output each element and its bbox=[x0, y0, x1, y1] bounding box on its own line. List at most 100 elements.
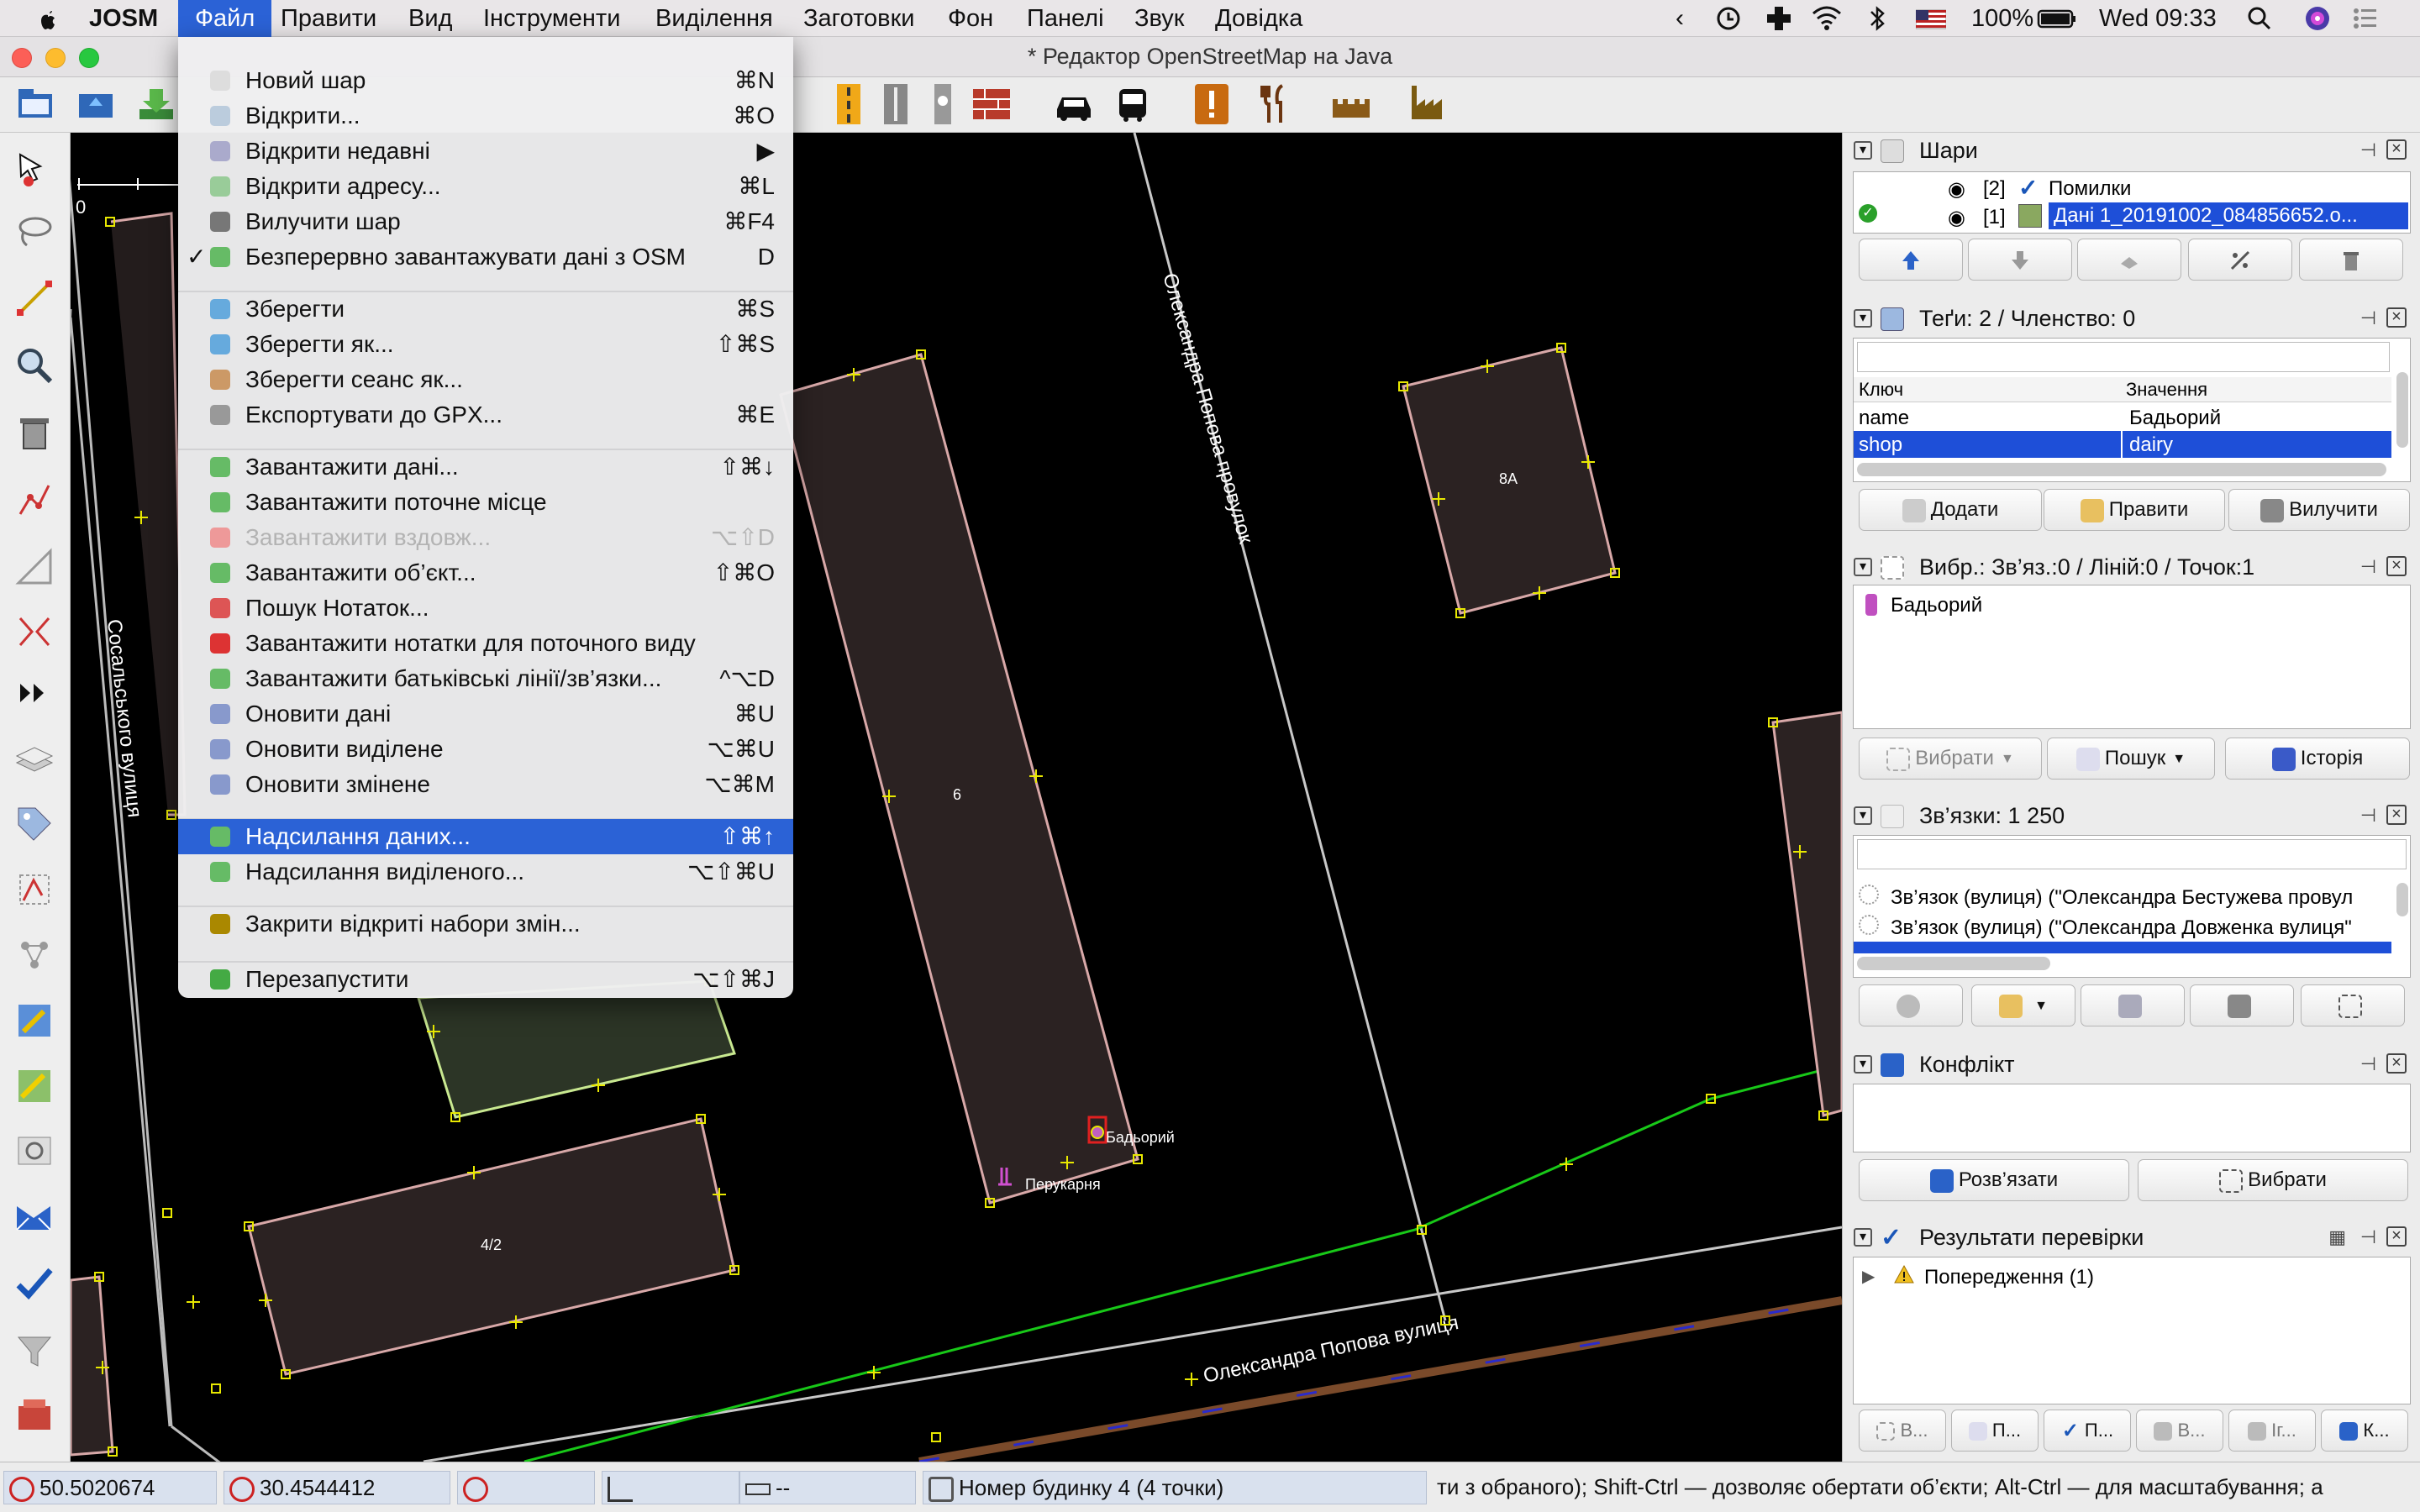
relation-select-members-button[interactable] bbox=[2301, 984, 2405, 1026]
preset-car-icon[interactable] bbox=[1050, 81, 1097, 128]
relation-edit-button[interactable]: ▼ bbox=[1971, 984, 2075, 1026]
menu-item-new-layer[interactable]: Новий шар ⌘N bbox=[178, 63, 793, 98]
list-item[interactable]: Зв’язок (вулиця) ("Олександра Бестужева … bbox=[1854, 883, 2391, 911]
vertical-scrollbar[interactable] bbox=[2396, 372, 2408, 448]
select-tool-icon[interactable] bbox=[12, 148, 57, 193]
open-location-icon[interactable] bbox=[72, 81, 119, 128]
wifi-icon[interactable] bbox=[1810, 0, 1844, 37]
layer-opacity-button[interactable] bbox=[2188, 239, 2292, 281]
download-data-icon[interactable] bbox=[133, 81, 180, 128]
layer-row[interactable]: ◉ [2] ✓ Помилки bbox=[1854, 174, 2410, 202]
menu-item-continuous-download[interactable]: ✓ Безперервно завантажувати дані з OSM D bbox=[178, 239, 793, 275]
map-paint-icon[interactable] bbox=[12, 998, 57, 1043]
menu-imagery[interactable]: Фон bbox=[948, 0, 993, 37]
spotlight-search-icon[interactable] bbox=[2245, 0, 2274, 37]
pin-icon[interactable]: ⊣ bbox=[2360, 556, 2376, 578]
collapse-toggle-icon[interactable]: ▾ bbox=[1854, 558, 1872, 576]
preset-castle-icon[interactable] bbox=[1328, 81, 1375, 128]
list-item[interactable]: Зв’язок (вулиця) ("Олександра Довженка в… bbox=[1854, 913, 2391, 942]
time-machine-icon[interactable] bbox=[1714, 0, 1743, 37]
delete-layer-button[interactable] bbox=[2299, 239, 2403, 281]
conflict-select-button[interactable]: Вибрати bbox=[2138, 1159, 2408, 1201]
menu-tools[interactable]: Інструменти bbox=[483, 0, 620, 37]
menu-item-search-notes[interactable]: Пошук Нотаток... bbox=[178, 591, 793, 626]
object-info-field[interactable]: Номер будинку 4 (4 точки) bbox=[923, 1471, 1427, 1504]
clock-text[interactable]: Wed 09:33 bbox=[2099, 0, 2217, 37]
menu-item-open[interactable]: Відкрити... ⌘O bbox=[178, 98, 793, 134]
menu-presets[interactable]: Заготовки bbox=[803, 0, 914, 37]
us-flag-icon[interactable] bbox=[1915, 0, 1947, 37]
relations-panel-header[interactable]: ▾ Зв’язки: 1 250 ⊣ × bbox=[1849, 800, 2412, 833]
horizontal-scrollbar[interactable] bbox=[1857, 463, 2386, 476]
preset-hazard-icon[interactable] bbox=[1188, 81, 1235, 128]
draw-tool-icon[interactable] bbox=[12, 276, 57, 321]
menu-view[interactable]: Вид bbox=[408, 0, 452, 37]
improve-way-tool-icon[interactable] bbox=[12, 477, 57, 522]
close-panel-icon[interactable]: × bbox=[2386, 1053, 2407, 1074]
notification-center-icon[interactable] bbox=[2349, 0, 2380, 37]
close-panel-icon[interactable]: × bbox=[2386, 805, 2407, 825]
conflict-panel-header[interactable]: ▾ Конфлікт ⊣ × bbox=[1849, 1048, 2412, 1082]
validation-ignore-button[interactable]: Іг... bbox=[2228, 1410, 2316, 1452]
latitude-field[interactable]: 50.5020674 bbox=[3, 1471, 217, 1504]
menu-item-export-gpx[interactable]: Експортувати до GPX... ⌘E bbox=[178, 397, 793, 433]
preset-restaurant-icon[interactable] bbox=[1250, 81, 1297, 128]
list-item-selected-partial[interactable] bbox=[1854, 942, 2391, 953]
menu-item-upload-data[interactable]: Надсилання даних... ⇧⌘↑ bbox=[178, 819, 793, 854]
battery-icon[interactable] bbox=[2037, 0, 2077, 37]
layers-panel-header[interactable]: ▾ Шари ⊣ × bbox=[1849, 134, 2412, 168]
collapse-toggle-icon[interactable]: ▾ bbox=[1854, 806, 1872, 825]
pin-icon[interactable]: ⊣ bbox=[2360, 1053, 2376, 1075]
history-button[interactable]: Історія bbox=[2225, 738, 2410, 780]
menu-item-download-data[interactable]: Завантажити дані... ⇧⌘↓ bbox=[178, 449, 793, 485]
preset-factory-icon[interactable] bbox=[1405, 81, 1452, 128]
menu-item-save[interactable]: Зберегти ⌘S bbox=[178, 291, 793, 327]
menu-item-download-along[interactable]: Завантажити вздовж... ⌥⇧D bbox=[178, 520, 793, 555]
lasso-tool-icon[interactable] bbox=[12, 208, 57, 254]
menu-item-download-object[interactable]: Завантажити об’єкт... ⇧⌘O bbox=[178, 555, 793, 591]
layer-row-active[interactable]: ✓ ◉ [1] Дані 1_20191002_084856652.o... bbox=[1854, 202, 2410, 231]
menu-windows[interactable]: Панелі bbox=[1027, 0, 1104, 37]
relation-toggle-icon[interactable] bbox=[12, 932, 57, 978]
menu-item-download-current-location[interactable]: Завантажити поточне місце bbox=[178, 485, 793, 520]
validation-select-button[interactable]: В... bbox=[1859, 1410, 1946, 1452]
select-button[interactable]: Вибрати ▼ bbox=[1859, 738, 2042, 780]
menu-item-update-data[interactable]: Оновити дані ⌘U bbox=[178, 696, 793, 732]
relation-duplicate-button[interactable] bbox=[2081, 984, 2185, 1026]
relation-settings-button[interactable] bbox=[1859, 984, 1963, 1026]
conflict-toggle-icon[interactable] bbox=[12, 1194, 57, 1240]
menu-item-open-location[interactable]: Відкрити адресу... ⌘L bbox=[178, 169, 793, 204]
collapse-toggle-icon[interactable]: ▾ bbox=[1854, 141, 1872, 160]
vertical-scrollbar[interactable] bbox=[2396, 883, 2408, 916]
search-button[interactable]: Пошук ▼ bbox=[2047, 738, 2215, 780]
building-bottom-left[interactable] bbox=[71, 1275, 114, 1457]
building-green[interactable] bbox=[416, 979, 736, 1119]
column-header-key[interactable]: Ключ bbox=[1859, 379, 1903, 401]
tree-node[interactable]: ▶ Попередження (1) bbox=[1854, 1263, 2410, 1291]
menu-item-download-notes-in-view[interactable]: Завантажити нотатки для поточного виду bbox=[178, 626, 793, 661]
zoom-tool-icon[interactable] bbox=[12, 343, 57, 388]
menu-help[interactable]: Довідка bbox=[1215, 0, 1302, 37]
pin-icon[interactable]: ⊣ bbox=[2360, 139, 2376, 161]
menu-item-close-changesets[interactable]: Закрити відкриті набори змін... bbox=[178, 906, 793, 942]
list-item[interactable]: Бадьорий bbox=[1854, 591, 2410, 619]
expand-arrow-icon[interactable]: ▶ bbox=[1862, 1266, 1875, 1287]
parallel-tool-icon[interactable] bbox=[12, 544, 57, 590]
edit-tag-button[interactable]: Правити bbox=[2044, 489, 2225, 531]
collapse-toggle-icon[interactable]: ▾ bbox=[1854, 309, 1872, 328]
tags-toggle-icon[interactable] bbox=[12, 801, 57, 847]
menu-item-restart[interactable]: Перезапустити ⌥⇧⌘J bbox=[178, 962, 793, 997]
preferences-icon[interactable]: ▦ bbox=[2328, 1226, 2346, 1248]
validation-panel-header[interactable]: ▾ ✓ Результати перевірки ▦ ⊣ × bbox=[1849, 1221, 2412, 1255]
validator-toggle-icon[interactable] bbox=[12, 1262, 57, 1307]
close-panel-icon[interactable]: × bbox=[2386, 139, 2407, 160]
close-panel-icon[interactable]: × bbox=[2386, 1226, 2407, 1247]
more-tools-icon[interactable] bbox=[12, 670, 57, 716]
menu-item-download-parent-ways[interactable]: Завантажити батьківські лінії/зв’язки...… bbox=[178, 661, 793, 696]
close-panel-icon[interactable]: × bbox=[2386, 307, 2407, 328]
selection-toggle-icon[interactable] bbox=[12, 867, 57, 912]
preset-track-icon[interactable] bbox=[872, 81, 919, 128]
relation-filter-input[interactable] bbox=[1857, 839, 2407, 869]
chevron-left-icon[interactable]: ‹ bbox=[1676, 0, 1684, 37]
menu-edit[interactable]: Правити bbox=[281, 0, 376, 37]
